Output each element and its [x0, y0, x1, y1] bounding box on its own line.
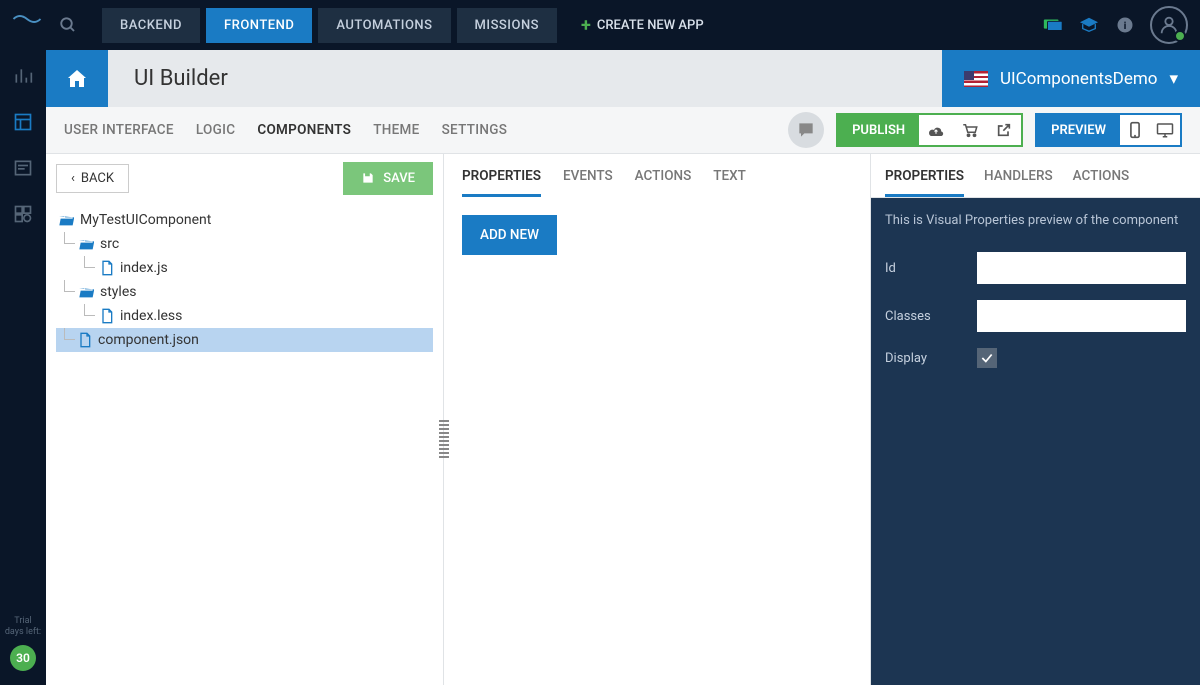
tree-styles[interactable]: styles: [56, 280, 433, 304]
nav-missions[interactable]: MISSIONS: [457, 8, 558, 43]
rail-analytics-icon[interactable]: [9, 62, 37, 90]
trial-label: Trialdays left:: [5, 616, 41, 639]
id-input[interactable]: [977, 252, 1186, 284]
logo: [12, 10, 42, 40]
classes-label: Classes: [885, 309, 965, 324]
rail-layout-icon[interactable]: [9, 108, 37, 136]
add-new-button[interactable]: ADD NEW: [462, 215, 557, 255]
preview-button[interactable]: PREVIEW: [1037, 115, 1120, 145]
right-tab-properties[interactable]: PROPERTIES: [885, 168, 964, 197]
file-icon: [78, 332, 92, 348]
tab-logic[interactable]: LOGIC: [196, 122, 236, 138]
save-icon: [361, 171, 375, 185]
tree-index-less[interactable]: index.less: [56, 304, 433, 328]
nav-frontend[interactable]: FRONTEND: [206, 8, 312, 43]
nav-backend[interactable]: BACKEND: [102, 8, 200, 43]
back-button[interactable]: ‹ BACK: [56, 164, 129, 193]
chevron-down-icon: ▾: [1169, 69, 1178, 89]
tab-components[interactable]: COMPONENTS: [257, 122, 351, 138]
home-button[interactable]: [46, 50, 108, 107]
file-icon: [100, 260, 114, 276]
folder-open-icon: [78, 285, 94, 299]
cloud-upload-icon[interactable]: [919, 115, 953, 145]
svg-text:i: i: [1124, 19, 1127, 32]
right-tab-handlers[interactable]: HANDLERS: [984, 168, 1053, 197]
nav-automations[interactable]: AUTOMATIONS: [318, 8, 450, 43]
id-label: Id: [885, 261, 965, 276]
tree-component-json[interactable]: component.json: [56, 328, 433, 352]
tab-settings[interactable]: SETTINGS: [442, 122, 508, 138]
cart-icon[interactable]: [953, 115, 987, 145]
status-dot: [1174, 30, 1186, 42]
mid-tab-actions[interactable]: ACTIONS: [635, 168, 692, 197]
rail-component-icon[interactable]: [9, 200, 37, 228]
save-button[interactable]: SAVE: [343, 162, 433, 195]
mid-tab-properties[interactable]: PROPERTIES: [462, 168, 541, 197]
folder-open-icon: [78, 237, 94, 251]
mobile-icon[interactable]: [1120, 115, 1150, 145]
tree-src[interactable]: src: [56, 232, 433, 256]
panel-splitter[interactable]: [439, 420, 449, 460]
tree-index-js[interactable]: index.js: [56, 256, 433, 280]
flag-icon: [964, 71, 988, 87]
chevron-left-icon: ‹: [71, 171, 75, 186]
plus-icon: +: [581, 15, 591, 36]
external-link-icon[interactable]: [987, 115, 1021, 145]
chat-icon[interactable]: [788, 112, 824, 148]
folder-open-icon: [58, 213, 74, 227]
rail-form-icon[interactable]: [9, 154, 37, 182]
learn-icon[interactable]: [1078, 14, 1100, 36]
tree-root[interactable]: MyTestUIComponent: [56, 208, 433, 232]
right-tab-actions[interactable]: ACTIONS: [1073, 168, 1130, 197]
app-selector[interactable]: UIComponentsDemo ▾: [942, 50, 1200, 107]
search-icon[interactable]: [50, 7, 86, 43]
tab-theme[interactable]: THEME: [373, 122, 419, 138]
properties-description: This is Visual Properties preview of the…: [871, 198, 1200, 244]
display-label: Display: [885, 351, 965, 366]
create-new-app[interactable]: + CREATE NEW APP: [581, 15, 704, 36]
tab-user-interface[interactable]: USER INTERFACE: [64, 122, 174, 138]
desktop-icon[interactable]: [1150, 115, 1180, 145]
publish-button[interactable]: PUBLISH: [838, 115, 919, 145]
mid-tab-text[interactable]: TEXT: [713, 168, 746, 197]
trial-days-badge[interactable]: 30: [10, 645, 36, 671]
page-title: UI Builder: [134, 66, 228, 91]
mid-tab-events[interactable]: EVENTS: [563, 168, 613, 197]
billing-icon[interactable]: [1042, 14, 1064, 36]
display-checkbox[interactable]: [977, 348, 997, 368]
info-icon[interactable]: i: [1114, 14, 1136, 36]
classes-input[interactable]: [977, 300, 1186, 332]
file-icon: [100, 308, 114, 324]
user-avatar[interactable]: [1150, 6, 1188, 44]
